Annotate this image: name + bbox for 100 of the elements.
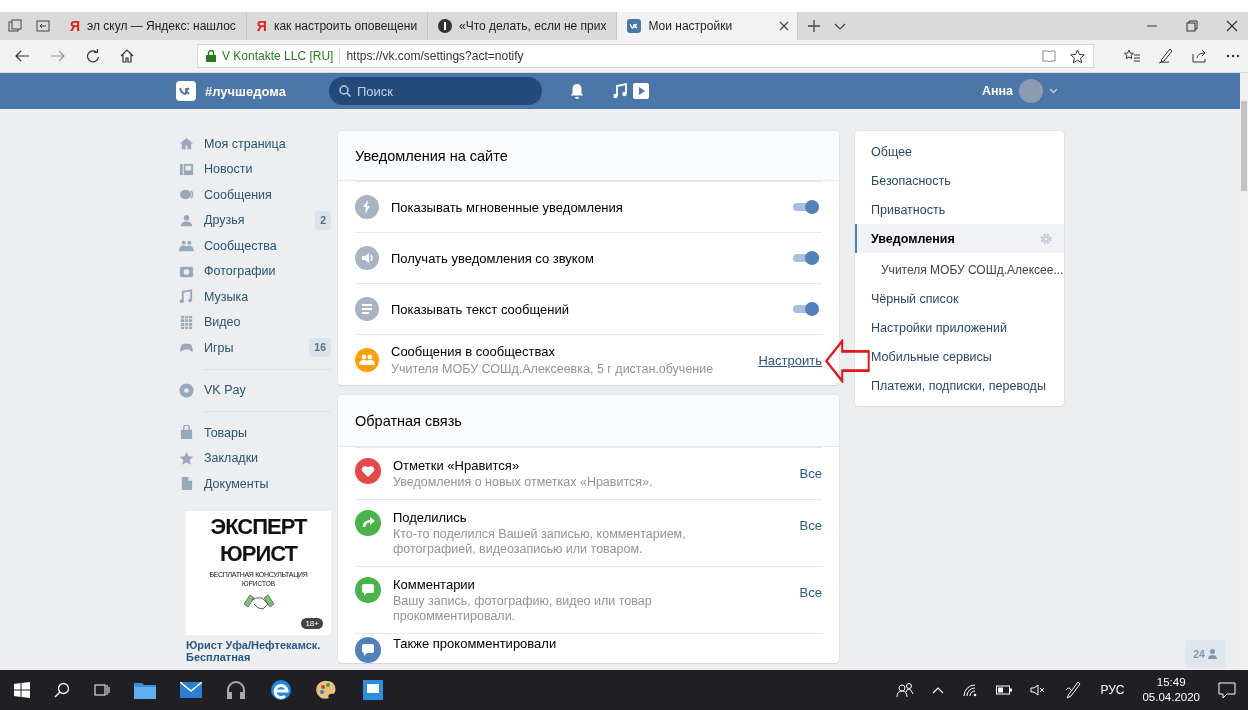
setting-title: Также прокомментировали <box>393 637 558 651</box>
notifications-icon[interactable] <box>1218 681 1236 699</box>
all-link[interactable]: Все <box>799 585 822 600</box>
task-view-icon[interactable] <box>94 682 110 698</box>
caret-icon[interactable] <box>1049 88 1058 94</box>
user-name[interactable]: Анна <box>981 84 1013 98</box>
folder-icon[interactable] <box>134 681 156 699</box>
configure-link[interactable]: Настроить <box>758 352 822 368</box>
setting-subtitle: Учителя МОБУ СОШд.Алексеевка, 5 г дистан.обучение <box>391 360 715 377</box>
address-field[interactable]: V Kontakte LLC [RU] https://vk.com/settings?act=notify <box>197 44 1094 68</box>
sidebar-item[interactable]: Закладки <box>176 445 331 471</box>
site-identity: V Kontakte LLC [RU] <box>222 49 341 63</box>
close-icon[interactable] <box>1226 20 1238 32</box>
pen-icon[interactable] <box>1158 48 1174 64</box>
chevron-up-icon[interactable] <box>932 686 945 694</box>
lock-icon <box>206 50 216 62</box>
star-icon[interactable] <box>1070 48 1085 64</box>
setting-subtitle: Кто-то поделился Вашей записью, комментарием, фотографией, видеозаписью или товаром. <box>393 527 687 557</box>
scrollbar-thumb[interactable] <box>1241 101 1247 191</box>
tab-favicon-icon <box>627 19 642 33</box>
search-icon[interactable] <box>54 682 70 698</box>
sidebar-item[interactable]: Сообщения <box>176 182 331 208</box>
settings-menu-item[interactable]: Безопасность <box>855 166 1064 195</box>
count-badge: 2 <box>315 210 331 230</box>
annotation-arrow-icon <box>825 339 870 383</box>
all-link[interactable]: Все <box>799 466 822 481</box>
settings-menu-item[interactable]: Мобильные сервисы <box>855 342 1064 371</box>
clock[interactable]: 15:49 05.04.2020 <box>1142 675 1200 705</box>
pen-icon[interactable] <box>1064 681 1083 699</box>
community-hashtag[interactable]: #лучшедома <box>205 83 329 99</box>
sidebar-item[interactable]: Новости <box>176 156 331 182</box>
favorites-icon[interactable] <box>1124 49 1140 63</box>
setting-subtitle: Вашу запись, фотографию, видео или товар прокомментировали. <box>393 594 653 624</box>
friends-icon <box>179 212 194 228</box>
forward-icon[interactable] <box>50 49 66 63</box>
toggle-switch[interactable] <box>793 302 819 316</box>
video-icon <box>179 314 194 330</box>
search-field[interactable]: Поиск <box>329 77 542 105</box>
settings-menu-item[interactable]: Уведомления <box>855 224 1064 253</box>
tab-preview-icon[interactable] <box>8 19 22 33</box>
back-icon[interactable] <box>14 49 30 63</box>
setting-label: Получать уведомления со звуком <box>391 250 594 266</box>
settings-menu-item[interactable]: Приватность <box>855 195 1064 224</box>
set-aside-tabs-icon[interactable] <box>36 19 50 33</box>
music-icon[interactable] <box>612 83 628 99</box>
input-language[interactable]: РУС <box>1100 683 1125 697</box>
play-icon[interactable] <box>633 83 649 99</box>
count-badge: 16 <box>309 338 331 358</box>
toggle-switch[interactable] <box>793 200 819 214</box>
setting-title: Комментарии <box>393 577 476 592</box>
more-icon[interactable] <box>1226 54 1240 58</box>
sidebar-item[interactable]: Товары <box>176 420 331 446</box>
sidebar-item[interactable]: Документы <box>176 471 331 497</box>
refresh-icon[interactable] <box>86 49 100 63</box>
browser-tab[interactable]: Мои настройки <box>617 12 799 40</box>
sidebar-item[interactable]: Моя страница <box>176 131 331 157</box>
sidebar-item[interactable]: Видео <box>176 309 331 335</box>
bookmarks-icon <box>179 450 194 466</box>
setting-label: Показывать текст сообщений <box>391 301 569 317</box>
sidebar-item[interactable]: VK Pay <box>176 377 331 403</box>
battery-icon[interactable] <box>996 685 1013 695</box>
settings-menu-item[interactable]: Платежи, подписки, переводы <box>855 371 1064 400</box>
window-app-icon[interactable] <box>362 679 384 701</box>
restore-icon[interactable] <box>1186 20 1198 32</box>
ad-headline: ЭКСПЕРТ <box>210 515 307 538</box>
sidebar-item[interactable]: Фотографии <box>176 258 331 284</box>
tab-favicon-icon <box>438 19 453 33</box>
toggle-switch[interactable] <box>793 251 819 265</box>
volume-muted-icon[interactable] <box>1030 683 1047 697</box>
sidebar-item[interactable]: Музыка <box>176 284 331 310</box>
people-icon[interactable] <box>896 682 915 698</box>
close-icon[interactable] <box>779 21 790 31</box>
settings-menu-item[interactable]: Настройки приложений <box>855 313 1064 342</box>
windows-icon[interactable] <box>14 682 30 698</box>
browser-e-icon[interactable] <box>270 679 292 701</box>
palette-icon[interactable] <box>316 679 338 701</box>
logo-icon[interactable] <box>176 81 196 101</box>
new-tab-icon[interactable] <box>808 20 821 32</box>
ad-title[interactable]: Юрист Уфа/Нефтекамск. Бесплатная <box>186 638 331 663</box>
settings-menu-item[interactable]: Общее <box>855 137 1064 166</box>
sidebar-item[interactable]: Сообщества <box>176 233 331 259</box>
home-icon[interactable] <box>120 49 134 63</box>
bell-icon[interactable] <box>570 83 584 99</box>
ad-headline: ЮРИСТ <box>220 542 297 565</box>
all-link[interactable]: Все <box>799 518 822 533</box>
headphones-icon[interactable] <box>226 681 246 699</box>
sidebar-item[interactable]: Игры 16 <box>176 335 331 361</box>
mail-icon[interactable] <box>180 682 202 698</box>
setting-subtitle: Уведомления о новых отметках «Нравится». <box>393 475 654 490</box>
setting-label: Показывать мгновенные уведомления <box>391 199 623 215</box>
sidebar-item[interactable]: Друзья 2 <box>176 207 331 233</box>
wifi-icon[interactable] <box>962 683 979 697</box>
settings-menu-item[interactable]: Чёрный список <box>855 284 1064 313</box>
share-icon[interactable] <box>1192 49 1208 63</box>
documents-icon <box>179 476 194 492</box>
settings-menu-item[interactable]: Учителя МОБУ СОШд.Алексее... <box>855 255 1064 284</box>
setting-title: Сообщения в сообществах <box>391 343 556 359</box>
setting-title: Отметки «Нравится» <box>393 458 521 473</box>
age-badge: 18+ <box>301 617 323 629</box>
card-title: Обратная связь <box>338 395 839 447</box>
